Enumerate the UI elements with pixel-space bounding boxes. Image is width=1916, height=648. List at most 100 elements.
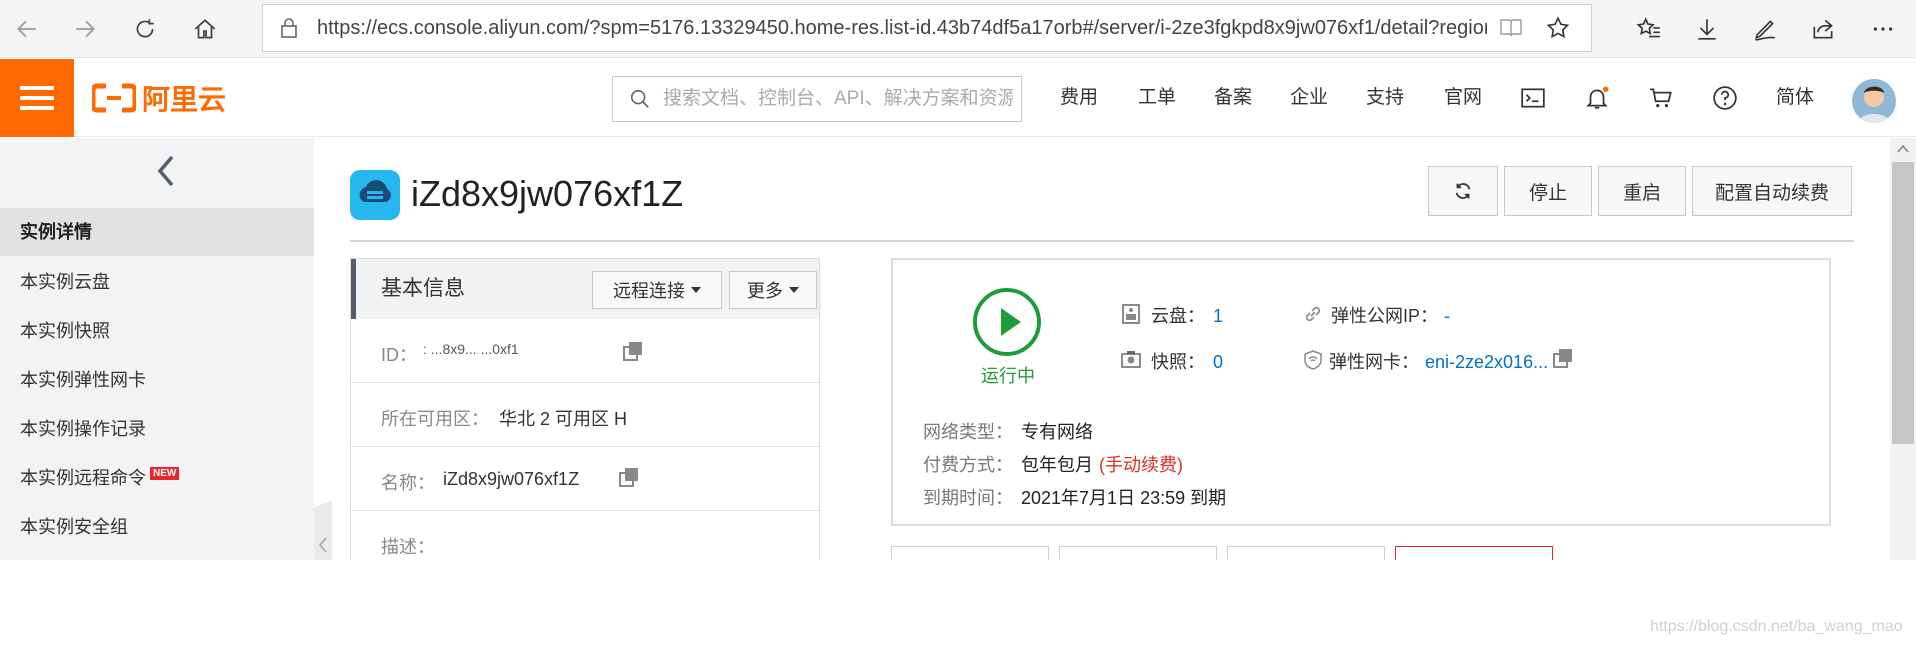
sidebar-item-remote-command[interactable]: 本实例远程命令 NEW xyxy=(0,454,314,502)
sidebar: 实例详情 本实例云盘 本实例快照 本实例弹性网卡 本实例操作记录 本实例远程命令… xyxy=(0,138,314,560)
sidebar-item-security-group[interactable]: 本实例安全组 xyxy=(0,503,314,551)
tab-stub[interactable] xyxy=(1059,546,1217,560)
nav-official-site[interactable]: 官网 xyxy=(1444,59,1482,137)
logo-text: 阿里云 xyxy=(142,84,227,115)
copy-icon[interactable] xyxy=(1553,348,1573,368)
avatar[interactable] xyxy=(1852,79,1896,123)
back-button[interactable] xyxy=(6,8,48,50)
pen-icon[interactable] xyxy=(1752,16,1778,42)
disk-count: 云盘： 1 xyxy=(1151,302,1223,328)
reading-view-icon[interactable] xyxy=(1499,17,1523,39)
network-type-row: 网络类型： 专有网络 xyxy=(923,418,1093,444)
user-avatar-icon xyxy=(1858,86,1890,123)
nav-fees[interactable]: 费用 xyxy=(1060,59,1098,137)
remote-connect-button[interactable]: 远程连接 xyxy=(592,271,722,309)
url-text[interactable]: https://ecs.console.aliyun.com/?spm=5176… xyxy=(317,5,1487,51)
search-input[interactable] xyxy=(663,77,1013,121)
eni: 弹性网卡： eni-2ze2x016... xyxy=(1329,348,1548,374)
restart-button[interactable]: 重启 xyxy=(1598,166,1686,216)
tab-stub[interactable] xyxy=(891,546,1049,560)
aliyun-logo[interactable]: 阿里云 xyxy=(92,79,226,117)
copy-icon[interactable] xyxy=(623,341,643,361)
new-badge: NEW xyxy=(150,467,180,480)
home-button[interactable] xyxy=(184,8,226,50)
info-row-name: 名称： iZd8x9jw076xf1Z xyxy=(351,447,819,511)
share-icon[interactable] xyxy=(1810,16,1836,42)
terminal-icon[interactable] xyxy=(1520,85,1546,111)
stop-button[interactable]: 停止 xyxy=(1504,166,1592,216)
running-status-icon xyxy=(973,288,1041,356)
info-row-description: 描述： xyxy=(351,511,819,561)
info-row-zone: 所在可用区： 华北 2 可用区 H xyxy=(351,383,819,447)
chevron-left-icon[interactable] xyxy=(154,154,178,188)
sidebar-item-disks[interactable]: 本实例云盘 xyxy=(0,258,314,306)
language-switch[interactable]: 简体 xyxy=(1776,59,1814,137)
eip-label: 弹性公网IP： xyxy=(1331,306,1439,326)
expire-key: 到期时间： xyxy=(923,488,1013,508)
caret-down-icon xyxy=(789,287,799,293)
snapshot-value[interactable]: 0 xyxy=(1213,352,1223,372)
eip: 弹性公网IP： - xyxy=(1331,302,1450,328)
console-header: 阿里云 费用 工单 备案 企业 支持 官网 简体 xyxy=(0,59,1916,137)
info-key: 所在可用区： xyxy=(381,409,489,429)
search-box[interactable] xyxy=(612,76,1022,122)
billing-key: 付费方式： xyxy=(923,455,1013,475)
expire-value: 2021年7月1日 23:59 到期 xyxy=(1021,488,1227,508)
status-panel: 运行中 云盘： 1 弹性公网IP： - 快照： 0 弹性网卡： eni-2ze2x016… xyxy=(891,258,1831,526)
disk-icon xyxy=(1122,304,1140,324)
eip-value[interactable]: - xyxy=(1444,306,1450,326)
cart-icon[interactable] xyxy=(1648,85,1674,111)
copy-icon[interactable] xyxy=(619,467,639,487)
scrollbar-thumb[interactable] xyxy=(1892,162,1914,444)
arrow-right-icon xyxy=(76,20,95,38)
browser-toolbar: https://ecs.console.aliyun.com/?spm=5176… xyxy=(0,0,1916,58)
more-label: 更多 xyxy=(747,281,783,301)
network-type-key: 网络类型： xyxy=(923,422,1013,442)
sidebar-item-snapshots[interactable]: 本实例快照 xyxy=(0,307,314,355)
auto-renew-button[interactable]: 配置自动续费 xyxy=(1692,166,1852,216)
lock-icon xyxy=(281,18,297,38)
address-bar[interactable]: https://ecs.console.aliyun.com/?spm=5176… xyxy=(262,4,1592,52)
sidebar-collapse-handle[interactable] xyxy=(314,500,332,560)
disk-value[interactable]: 1 xyxy=(1213,306,1223,326)
cloud-server-icon xyxy=(359,180,391,202)
link-icon xyxy=(1305,306,1321,322)
nav-enterprise[interactable]: 企业 xyxy=(1290,59,1328,137)
refresh-instance-button[interactable] xyxy=(1428,166,1498,216)
info-key: ID： xyxy=(381,345,417,365)
bell-icon[interactable] xyxy=(1584,85,1610,111)
more-button[interactable]: 更多 xyxy=(729,271,817,309)
snapshot-icon xyxy=(1121,351,1141,368)
tab-stub[interactable] xyxy=(1227,546,1385,560)
info-key: 名称： xyxy=(381,473,435,493)
more-icon[interactable] xyxy=(1870,16,1896,42)
sidebar-item-eni[interactable]: 本实例弹性网卡 xyxy=(0,356,314,404)
refresh-button[interactable] xyxy=(124,8,166,50)
network-type-value: 专有网络 xyxy=(1021,422,1093,442)
basic-info-panel: 基本信息 远程连接 更多 ID： : ...8x9... ...0xf1 所在可… xyxy=(350,258,820,560)
home-icon xyxy=(194,19,216,39)
help-icon[interactable] xyxy=(1712,85,1738,111)
sidebar-item-instance-detail[interactable]: 实例详情 xyxy=(0,208,314,256)
info-value: : ...8x9... ...0xf1 xyxy=(423,341,519,357)
favorite-star-icon[interactable] xyxy=(1545,15,1571,41)
aliyun-logo-icon xyxy=(92,83,136,113)
arrow-left-icon xyxy=(17,20,36,38)
sidebar-item-label: 本实例远程命令 xyxy=(20,468,146,488)
instance-icon xyxy=(350,170,400,220)
favorites-list-icon[interactable] xyxy=(1636,16,1662,42)
eni-value[interactable]: eni-2ze2x016... xyxy=(1425,352,1548,372)
vertical-scrollbar[interactable] xyxy=(1890,138,1916,560)
nav-icp[interactable]: 备案 xyxy=(1214,59,1252,137)
sidebar-item-operation-log[interactable]: 本实例操作记录 xyxy=(0,405,314,453)
info-key: 描述： xyxy=(381,537,435,557)
download-icon[interactable] xyxy=(1694,16,1720,42)
tab-stub-alert[interactable] xyxy=(1395,546,1553,560)
scroll-up-icon[interactable] xyxy=(1896,142,1910,156)
forward-button[interactable] xyxy=(64,8,106,50)
menu-button[interactable] xyxy=(0,59,74,137)
nav-support[interactable]: 支持 xyxy=(1366,59,1404,137)
sync-icon xyxy=(1455,183,1471,199)
search-icon xyxy=(630,89,649,108)
nav-tickets[interactable]: 工单 xyxy=(1138,59,1176,137)
